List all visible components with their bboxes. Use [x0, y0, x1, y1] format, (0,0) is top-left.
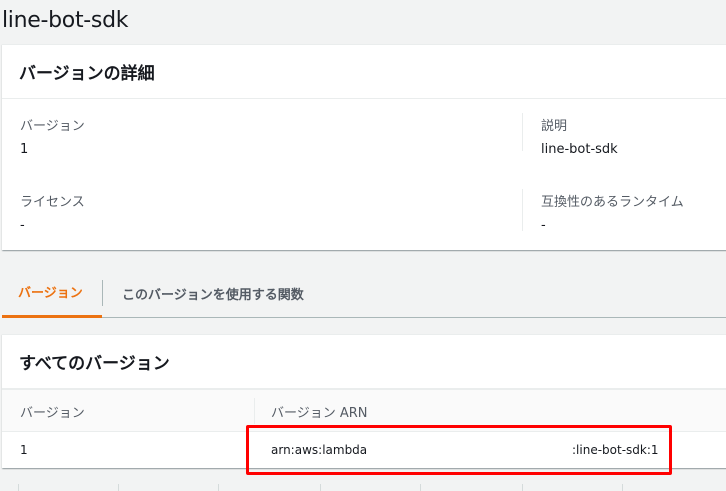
page-title: line-bot-sdk — [2, 8, 129, 33]
description-value: line-bot-sdk — [541, 142, 618, 157]
description-field: 説明 line-bot-sdk — [541, 115, 618, 157]
column-separator — [254, 398, 255, 424]
version-label: バージョン — [20, 119, 85, 134]
version-details-card: バージョンの詳細 バージョン 1 説明 line-bot-sdk ライセンス -… — [2, 44, 726, 250]
card-header: すべてのバージョン — [2, 335, 726, 389]
description-label: 説明 — [541, 119, 568, 134]
divider — [622, 484, 623, 491]
tab-bar: バージョン このバージョンを使用する関数 — [2, 268, 726, 318]
version-field: バージョン 1 — [20, 115, 85, 157]
column-divider — [522, 113, 523, 151]
license-label: ライセンス — [20, 195, 85, 210]
divider — [118, 484, 119, 491]
tab-functions-using-version[interactable]: このバージョンを使用する関数 — [122, 268, 304, 318]
divider — [218, 484, 219, 491]
tab-versions[interactable]: バージョン — [2, 268, 102, 318]
divider — [18, 484, 19, 491]
license-field: ライセンス - — [20, 191, 85, 233]
runtimes-value: - — [541, 218, 546, 233]
divider — [522, 484, 523, 491]
divider — [420, 484, 421, 491]
version-value: 1 — [20, 142, 29, 157]
runtimes-label: 互換性のあるランタイム — [541, 195, 684, 210]
tab-separator — [102, 280, 103, 306]
runtimes-field: 互換性のあるランタイム - — [541, 191, 684, 233]
bottom-strip — [0, 482, 726, 491]
divider — [320, 484, 321, 491]
column-divider — [522, 189, 523, 231]
all-versions-heading: すべてのバージョン — [19, 354, 170, 374]
cell-version[interactable]: 1 — [20, 432, 28, 468]
license-value: - — [20, 218, 25, 233]
card-header: バージョンの詳細 — [2, 45, 726, 99]
highlight-annotation-box — [246, 425, 672, 475]
version-details-heading: バージョンの詳細 — [19, 64, 155, 84]
column-header-version[interactable]: バージョン — [20, 390, 85, 432]
